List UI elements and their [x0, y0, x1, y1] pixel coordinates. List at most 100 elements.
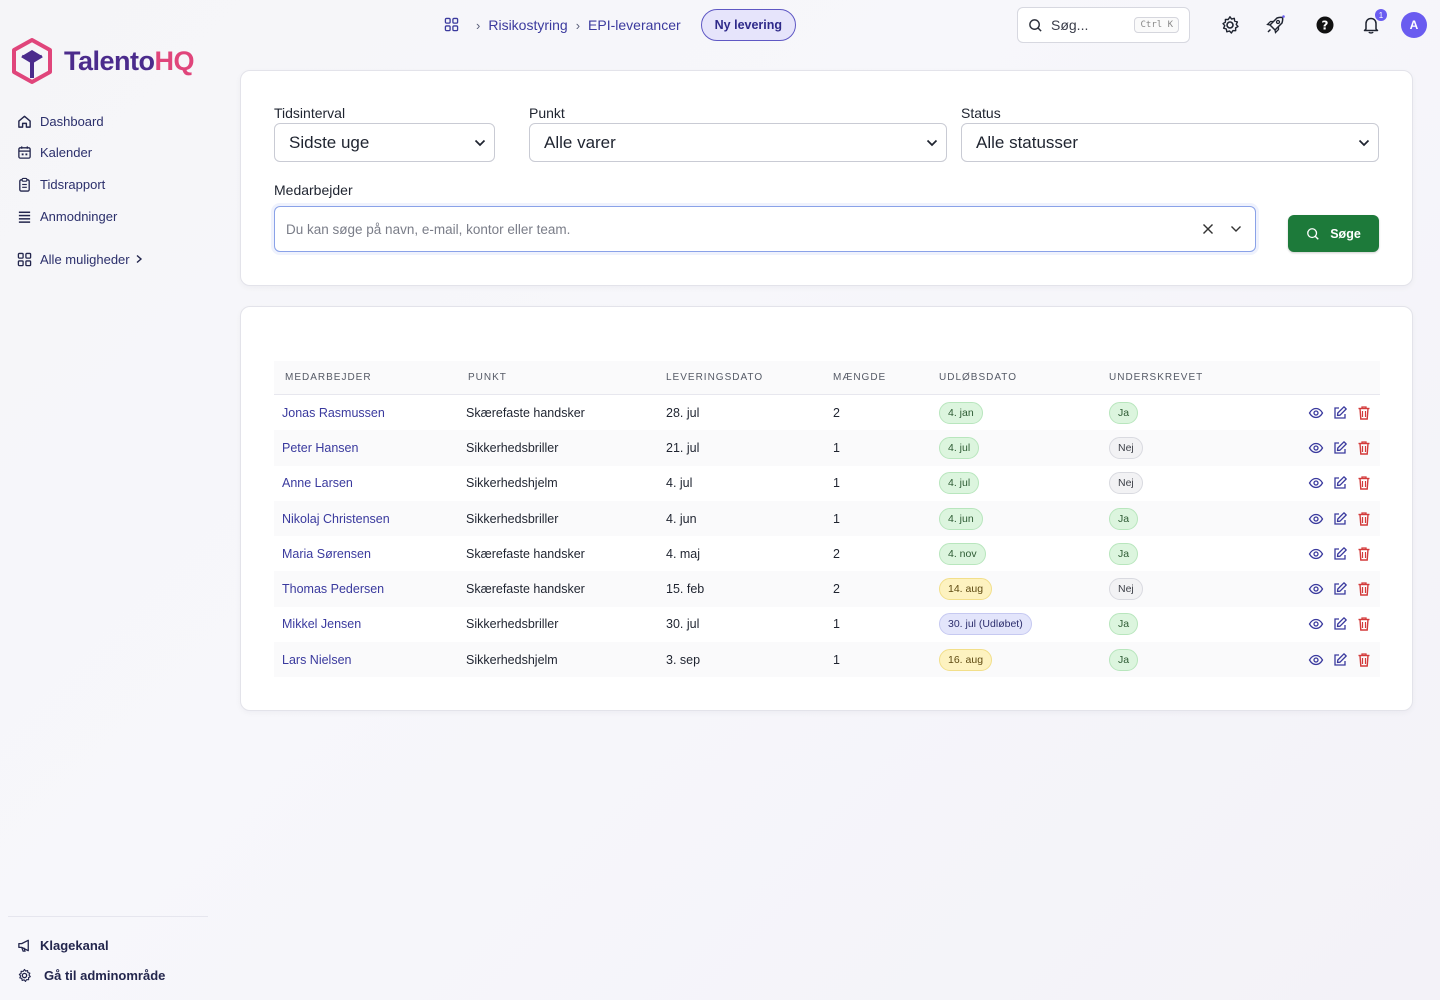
sidebar-item-label: Klagekanal: [40, 937, 109, 953]
logo-text: TalentoHQ: [64, 46, 194, 77]
global-search[interactable]: Søg... Ctrl K: [1017, 7, 1190, 43]
delete-trash-icon[interactable]: [1355, 580, 1373, 598]
chevron-down-icon[interactable]: [1228, 221, 1244, 237]
quantity-cell: 1: [833, 476, 840, 491]
item-cell: Skærefaste handsker: [466, 546, 585, 561]
delivery-date-cell: 4. jun: [666, 511, 697, 526]
sidebar-item-timesheet[interactable]: Tidsrapport: [16, 174, 206, 194]
column-header-signed[interactable]: UNDERSKREVET: [1109, 372, 1229, 383]
sidebar-item-complaints[interactable]: Klagekanal: [16, 935, 208, 955]
view-eye-icon[interactable]: [1307, 580, 1325, 598]
actions-cell: [1229, 615, 1380, 633]
signed-badge: Nej: [1109, 436, 1143, 459]
chevron-right-icon: ›: [476, 17, 481, 33]
sidebar-item-label: Kalender: [40, 145, 93, 161]
actions-cell: [1229, 439, 1380, 457]
quantity-cell: 2: [833, 546, 840, 561]
delete-trash-icon[interactable]: [1355, 510, 1373, 528]
table-row: Peter Hansen Sikkerhedsbriller 21. jul 1…: [274, 430, 1380, 466]
view-eye-icon[interactable]: [1307, 510, 1325, 528]
employee-link[interactable]: Anne Larsen: [274, 476, 466, 490]
view-eye-icon[interactable]: [1307, 545, 1325, 563]
status-select[interactable]: Alle statusser: [961, 123, 1379, 162]
column-header-quantity[interactable]: MÆNGDE: [833, 372, 939, 383]
avatar[interactable]: A: [1401, 12, 1427, 38]
delete-trash-icon[interactable]: [1355, 545, 1373, 563]
edit-pencil-icon[interactable]: [1331, 545, 1349, 563]
megaphone-icon: [16, 937, 32, 953]
delete-trash-icon[interactable]: [1355, 439, 1373, 457]
home-icon: [16, 113, 32, 129]
employee-link[interactable]: Mikkel Jensen: [274, 617, 466, 631]
sidebar-item-requests[interactable]: Anmodninger: [16, 206, 206, 226]
column-header-expiry-date[interactable]: UDLØBSDATO: [939, 372, 1109, 383]
signed-cell: Ja: [1109, 613, 1229, 636]
table-row: Lars Nielsen Sikkerhedshjelm 3. sep 1 16…: [274, 642, 1380, 678]
column-header-item[interactable]: PUNKT: [466, 372, 666, 383]
breadcrumb-risk-management[interactable]: Risikostyring: [488, 17, 567, 33]
employee-link[interactable]: Peter Hansen: [274, 441, 466, 455]
signed-badge: Ja: [1109, 401, 1139, 424]
edit-pencil-icon[interactable]: [1331, 439, 1349, 457]
view-eye-icon[interactable]: [1307, 651, 1325, 669]
table-row: Thomas Pedersen Skærefaste handsker 15. …: [274, 571, 1380, 607]
signed-badge: Ja: [1109, 507, 1139, 530]
view-eye-icon[interactable]: [1307, 439, 1325, 457]
employee-link[interactable]: Jonas Rasmussen: [274, 406, 466, 420]
quantity-cell: 1: [833, 511, 840, 526]
employee-link[interactable]: Thomas Pedersen: [274, 582, 466, 596]
edit-pencil-icon[interactable]: [1331, 404, 1349, 422]
new-delivery-button[interactable]: Ny levering: [700, 9, 797, 41]
employee-link[interactable]: Lars Nielsen: [274, 653, 466, 667]
search-button[interactable]: Søge: [1288, 215, 1379, 252]
filter-panel: Tidsinterval Sidste uge Punkt Alle varer…: [240, 70, 1413, 286]
period-select-value: Sidste uge: [289, 132, 370, 152]
employee-link[interactable]: Maria Sørensen: [274, 547, 466, 561]
item-select-value: Alle varer: [544, 132, 616, 152]
expiry-date-cell: 4. jun: [939, 507, 1109, 530]
help-icon[interactable]: ?: [1314, 14, 1336, 36]
period-select[interactable]: Sidste uge: [274, 123, 495, 162]
clear-icon[interactable]: [1200, 221, 1216, 237]
notifications-bell-icon[interactable]: 1: [1360, 9, 1387, 36]
sidebar-item-admin[interactable]: Gå til adminområde: [16, 965, 208, 985]
column-header-delivery-date[interactable]: LEVERINGSDATO: [666, 372, 833, 383]
signed-cell: Ja: [1109, 648, 1229, 671]
expiry-badge: 4. nov: [939, 542, 986, 565]
sidebar-item-calendar[interactable]: Kalender: [16, 143, 206, 163]
delete-trash-icon[interactable]: [1355, 651, 1373, 669]
quantity-cell: 1: [833, 617, 840, 632]
settings-gear-icon[interactable]: [1219, 14, 1241, 36]
quantity-cell: 2: [833, 582, 840, 597]
deliveries-table-panel: MEDARBEJDER PUNKT LEVERINGSDATO MÆNGDE U…: [240, 306, 1413, 711]
sidebar-item-all-options[interactable]: Alle muligheder: [16, 249, 206, 269]
calendar-icon: [16, 145, 32, 161]
view-eye-icon[interactable]: [1307, 404, 1325, 422]
rocket-icon[interactable]: [1264, 14, 1286, 36]
edit-pencil-icon[interactable]: [1331, 474, 1349, 492]
logo[interactable]: TalentoHQ: [12, 38, 194, 84]
edit-pencil-icon[interactable]: [1331, 615, 1349, 633]
chevron-down-icon: [474, 139, 486, 147]
edit-pencil-icon[interactable]: [1331, 510, 1349, 528]
breadcrumb-epi-deliveries[interactable]: EPI-leverancer: [588, 17, 681, 33]
employee-search-input[interactable]: Du kan søge på navn, e-mail, kontor elle…: [274, 206, 1256, 252]
apps-grid-icon[interactable]: [444, 17, 460, 33]
view-eye-icon[interactable]: [1307, 474, 1325, 492]
expiry-badge: 16. aug: [939, 648, 993, 671]
delete-trash-icon[interactable]: [1355, 615, 1373, 633]
delivery-date-cell: 3. sep: [666, 652, 701, 667]
sidebar-item-label: Gå til adminområde: [44, 967, 166, 983]
signed-cell: Ja: [1109, 401, 1229, 424]
column-header-employee[interactable]: MEDARBEJDER: [274, 372, 466, 383]
item-select[interactable]: Alle varer: [529, 123, 947, 162]
sidebar-item-dashboard[interactable]: Dashboard: [16, 111, 206, 131]
edit-pencil-icon[interactable]: [1331, 651, 1349, 669]
edit-pencil-icon[interactable]: [1331, 580, 1349, 598]
delete-trash-icon[interactable]: [1355, 404, 1373, 422]
search-icon: [1306, 227, 1320, 241]
view-eye-icon[interactable]: [1307, 615, 1325, 633]
delete-trash-icon[interactable]: [1355, 474, 1373, 492]
employee-link[interactable]: Nikolaj Christensen: [274, 512, 466, 526]
search-icon: [1028, 18, 1043, 33]
